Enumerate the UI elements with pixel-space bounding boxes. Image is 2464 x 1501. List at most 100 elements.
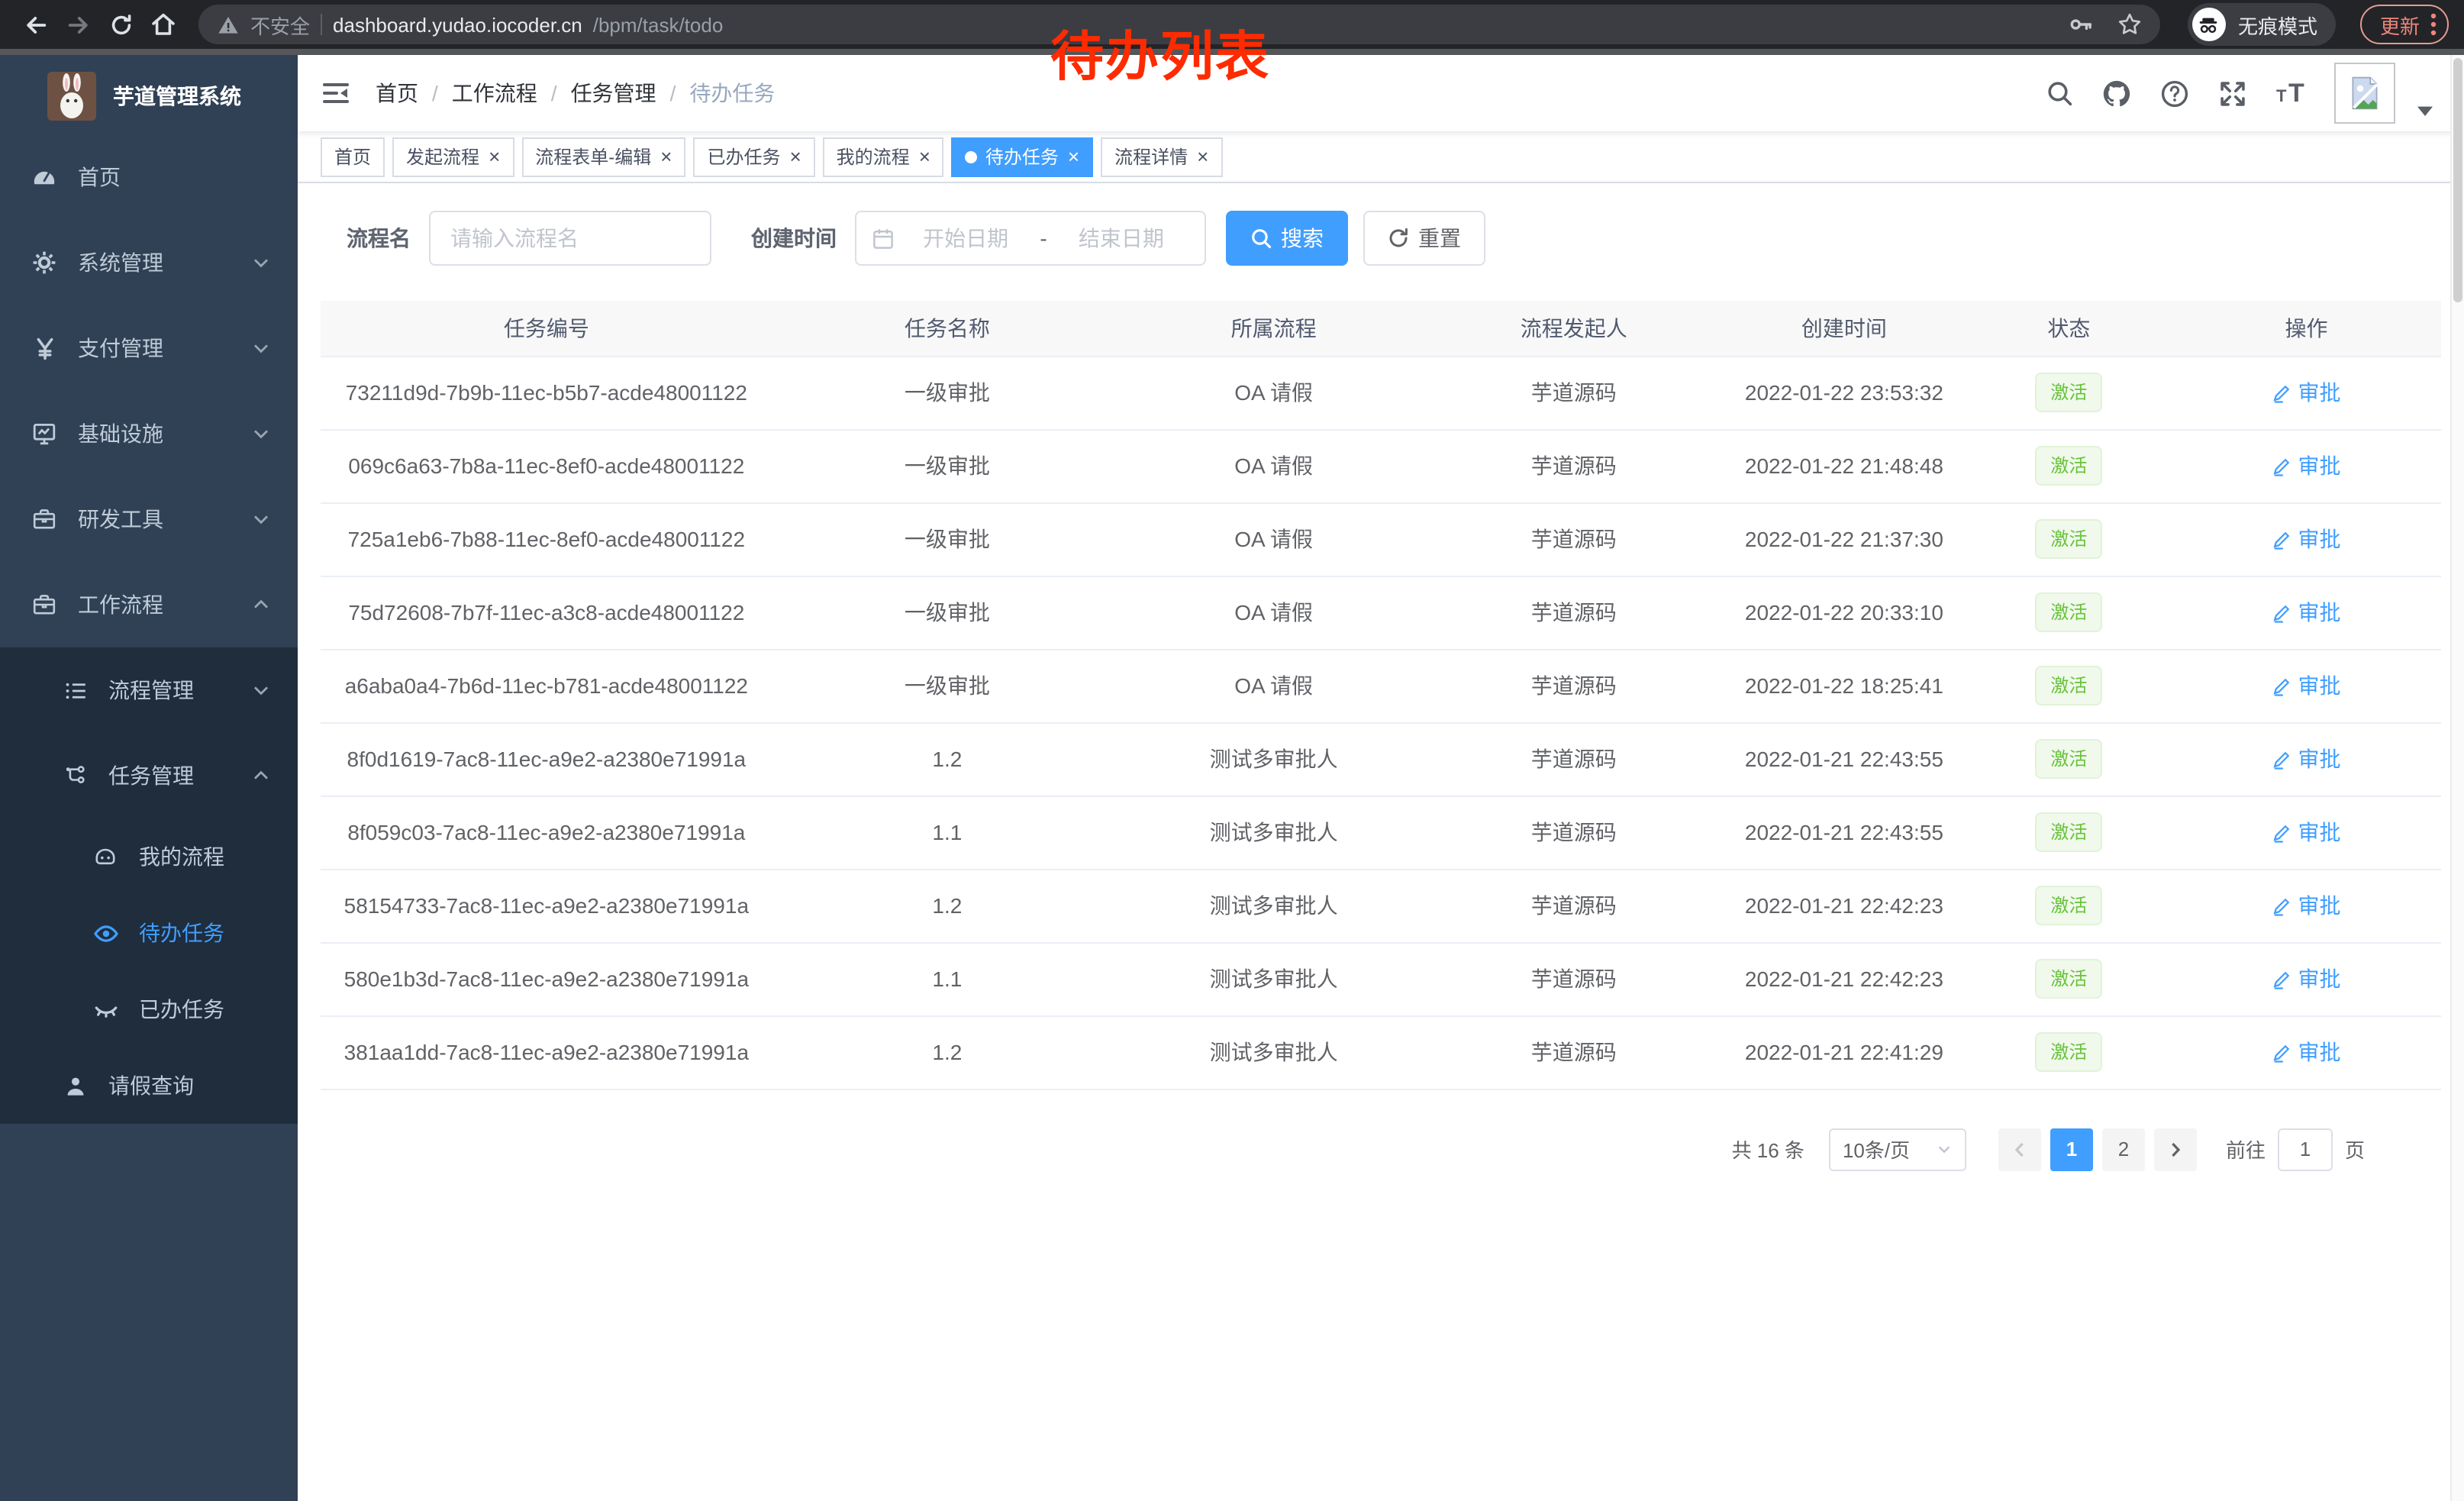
approve-button[interactable]: 审批 xyxy=(2272,377,2341,408)
task-id-cell: 069c6a63-7b8a-11ec-8ef0-acde48001122 xyxy=(321,429,772,502)
browser-forward-button[interactable] xyxy=(58,5,98,44)
sidebar-item-done-tasks[interactable]: 已办任务 xyxy=(0,971,298,1047)
github-icon xyxy=(2102,79,2131,108)
sidebar-item-devtools[interactable]: 研发工具 xyxy=(0,476,298,562)
edit-pen-icon xyxy=(2272,529,2292,549)
close-icon[interactable]: × xyxy=(489,147,500,166)
approve-button[interactable]: 审批 xyxy=(2272,817,2341,847)
help-button[interactable] xyxy=(2160,79,2189,108)
created-cell: 2022-01-21 22:42:23 xyxy=(1722,869,1966,942)
approve-button[interactable]: 审批 xyxy=(2272,1037,2341,1067)
task-name-cell: 1.2 xyxy=(772,722,1122,796)
url-host: dashboard.yudao.iocoder.cn xyxy=(333,13,582,36)
sidebar-item-workflow[interactable]: 工作流程 xyxy=(0,562,298,647)
header-search-button[interactable] xyxy=(2046,79,2073,107)
approve-button[interactable]: 审批 xyxy=(2272,890,2341,921)
process-cell: 测试多审批人 xyxy=(1122,722,1425,796)
task-id-cell: 73211d9d-7b9b-11ec-b5b7-acde48001122 xyxy=(321,356,772,429)
col-created: 创建时间 xyxy=(1722,301,1966,356)
breadcrumb-task-mgmt[interactable]: 任务管理 xyxy=(571,78,656,108)
tab-start-process[interactable]: 发起流程× xyxy=(392,137,514,176)
browser-menu-dots-icon[interactable] xyxy=(2430,12,2437,37)
sidebar-item-home[interactable]: 首页 xyxy=(0,134,298,220)
user-avatar[interactable] xyxy=(2334,63,2395,124)
approve-button[interactable]: 审批 xyxy=(2272,964,2341,994)
search-icon xyxy=(1250,228,1272,249)
list-icon xyxy=(61,679,89,702)
edit-pen-icon xyxy=(2272,969,2292,989)
browser-home-button[interactable] xyxy=(144,5,183,44)
browser-back-button[interactable] xyxy=(15,5,55,44)
sidebar-item-my-process[interactable]: 我的流程 xyxy=(0,818,298,895)
close-icon[interactable]: × xyxy=(1068,147,1079,166)
breadcrumb-home[interactable]: 首页 xyxy=(376,78,418,108)
tab-form-edit[interactable]: 流程表单-编辑× xyxy=(521,137,685,176)
approve-button[interactable]: 审批 xyxy=(2272,744,2341,774)
approve-button[interactable]: 审批 xyxy=(2272,597,2341,628)
sidebar-collapse-button[interactable] xyxy=(321,78,351,108)
process-name-input[interactable] xyxy=(429,211,711,266)
close-icon[interactable]: × xyxy=(660,147,672,166)
next-page-button[interactable] xyxy=(2154,1128,2197,1170)
chevron-up-icon xyxy=(252,596,270,614)
eye-closed-icon xyxy=(92,996,119,1022)
reload-icon xyxy=(108,11,134,37)
tab-home[interactable]: 首页 xyxy=(321,137,385,176)
prev-page-button[interactable] xyxy=(1998,1128,2041,1170)
status-badge: 激活 xyxy=(2035,886,2102,925)
reset-button[interactable]: 重置 xyxy=(1363,211,1485,266)
tab-my-process[interactable]: 我的流程× xyxy=(823,137,944,176)
chevron-down-icon xyxy=(252,424,270,443)
monitor-icon xyxy=(31,421,58,446)
sidebar-item-todo-tasks[interactable]: 待办任务 xyxy=(0,895,298,971)
user-menu-caret[interactable] xyxy=(2417,105,2433,118)
page-button-1[interactable]: 1 xyxy=(2050,1128,2093,1170)
top-navbar: 首页 / 工作流程 / 任务管理 / 待办任务 TT xyxy=(298,55,2464,131)
status-badge: 激活 xyxy=(2035,592,2102,632)
starter-cell: 芋道源码 xyxy=(1425,356,1722,429)
sidebar-item-infra[interactable]: 基础设施 xyxy=(0,391,298,476)
start-date-placeholder: 开始日期 xyxy=(898,223,1034,253)
tab-todo-tasks[interactable]: 待办任务× xyxy=(952,137,1093,176)
sidebar-item-leave-query[interactable]: 请假查询 xyxy=(0,1047,298,1124)
page-scrollbar[interactable] xyxy=(2450,55,2464,1501)
bookmark-star-icon[interactable] xyxy=(2117,12,2142,37)
goto-page-input[interactable] xyxy=(2278,1128,2333,1170)
font-size-icon: TT xyxy=(2276,79,2310,107)
process-cell: 测试多审批人 xyxy=(1122,869,1425,942)
date-range-picker[interactable]: 开始日期 - 结束日期 xyxy=(855,211,1206,266)
sidebar-item-task-mgmt[interactable]: 任务管理 xyxy=(0,733,298,818)
scrollbar-thumb[interactable] xyxy=(2453,58,2462,302)
search-button[interactable]: 搜索 xyxy=(1226,211,1348,266)
github-link[interactable] xyxy=(2102,79,2131,108)
page-size-select[interactable]: 10条/页 xyxy=(1829,1128,1966,1170)
sidebar-item-system[interactable]: 系统管理 xyxy=(0,220,298,305)
approve-button[interactable]: 审批 xyxy=(2272,450,2341,481)
close-icon[interactable]: × xyxy=(919,147,930,166)
approve-button[interactable]: 审批 xyxy=(2272,670,2341,701)
status-badge: 激活 xyxy=(2035,446,2102,486)
sidebar-item-payment[interactable]: 支付管理 xyxy=(0,305,298,391)
process-cell: 测试多审批人 xyxy=(1122,942,1425,1015)
chevron-left-icon xyxy=(2011,1140,2029,1158)
close-icon[interactable]: × xyxy=(789,147,801,166)
tab-process-detail[interactable]: 流程详情× xyxy=(1101,137,1222,176)
close-icon[interactable]: × xyxy=(1197,147,1208,166)
created-cell: 2022-01-22 21:37:30 xyxy=(1722,502,1966,576)
chevron-up-icon xyxy=(252,767,270,785)
browser-reload-button[interactable] xyxy=(101,5,140,44)
breadcrumb-workflow[interactable]: 工作流程 xyxy=(452,78,537,108)
tab-done-tasks[interactable]: 已办任务× xyxy=(693,137,814,176)
update-label: 更新 xyxy=(2380,10,2420,39)
app-logo-row[interactable]: 芋道管理系统 xyxy=(0,58,298,134)
tag-tabs-bar: 首页 发起流程× 流程表单-编辑× 已办任务× 我的流程× 待办任务× 流程详情… xyxy=(298,131,2464,183)
page-button-2[interactable]: 2 xyxy=(2102,1128,2145,1170)
process-name-label: 流程名 xyxy=(347,223,411,253)
fullscreen-button[interactable] xyxy=(2218,79,2247,108)
approve-button[interactable]: 审批 xyxy=(2272,524,2341,554)
edit-pen-icon xyxy=(2272,383,2292,402)
font-size-button[interactable]: TT xyxy=(2276,79,2310,107)
password-key-icon[interactable] xyxy=(2069,12,2093,37)
sidebar-item-process-mgmt[interactable]: 流程管理 xyxy=(0,647,298,733)
browser-update-button[interactable]: 更新 xyxy=(2360,5,2449,44)
